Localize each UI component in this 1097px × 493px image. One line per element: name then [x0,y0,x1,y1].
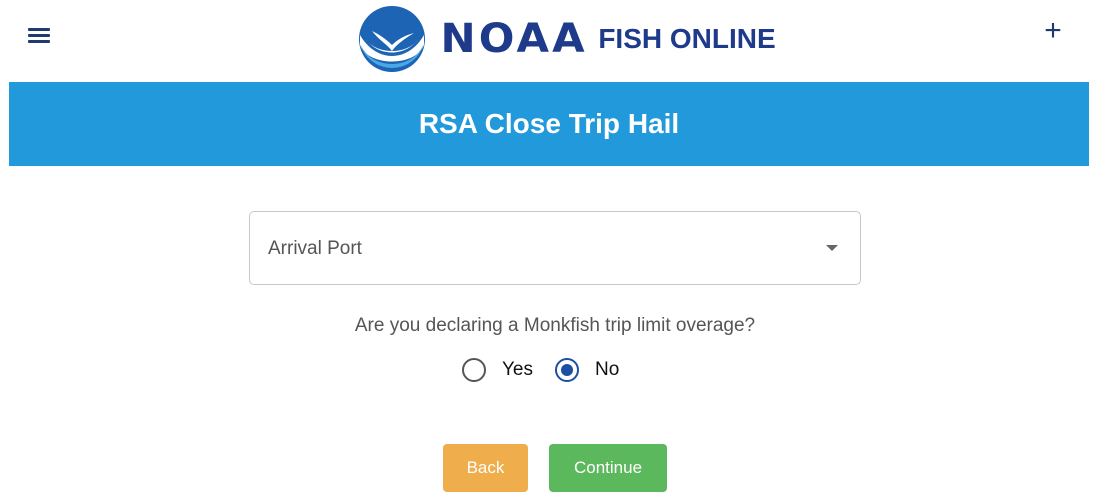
radio-yes[interactable]: Yes [462,358,533,382]
back-button[interactable]: Back [443,444,528,492]
monkfish-radio-group: Yes No [462,357,619,383]
logo-product-text: FISH ONLINE [598,23,776,54]
logo-brand-text: NOAA [440,16,588,62]
continue-button[interactable]: Continue [549,444,667,492]
hamburger-icon[interactable] [26,22,54,48]
radio-yes-circle[interactable] [462,358,486,382]
caret-down-icon [826,245,838,251]
radio-no[interactable]: No [555,358,619,382]
page-title-banner: RSA Close Trip Hail [9,82,1089,166]
radio-no-label: No [595,359,620,380]
monkfish-question: Are you declaring a Monkfish trip limit … [354,315,756,336]
plus-icon[interactable]: + [1040,14,1066,48]
radio-yes-label: Yes [502,359,533,380]
noaa-emblem-icon [359,6,425,72]
radio-no-circle[interactable] [555,358,579,382]
arrival-port-label: Arrival Port [268,238,362,259]
noaa-fish-online-logo: NOAA FISH ONLINE [358,5,776,73]
page-title: RSA Close Trip Hail [418,108,680,139]
top-bar: NOAA FISH ONLINE + [0,0,1097,82]
arrival-port-select[interactable]: Arrival Port [249,211,861,285]
